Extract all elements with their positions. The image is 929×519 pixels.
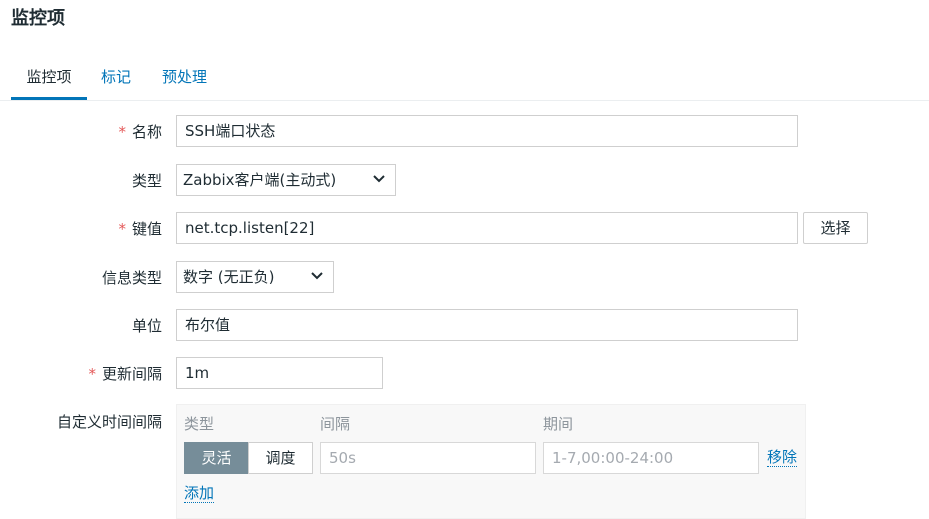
info-type-label: 信息类型 <box>101 269 162 287</box>
info-type-select-value: 数字 (无正负) <box>183 268 275 286</box>
mode-scheduling-button[interactable]: 调度 <box>248 442 313 474</box>
tab-preprocessing[interactable]: 预处理 <box>162 62 207 97</box>
type-select[interactable]: Zabbix客户端(主动式) <box>176 164 396 196</box>
period-input[interactable]: 1-7,00:00-24:00 <box>543 442 759 474</box>
key-input[interactable]: net.tcp.listen[22] <box>176 212 798 244</box>
tab-bar: 监控项 标记 预处理 <box>0 62 929 101</box>
tab-item[interactable]: 监控项 <box>11 62 87 100</box>
update-interval-input[interactable]: 1m <box>176 357 383 389</box>
mode-flexible-button[interactable]: 灵活 <box>184 442 249 474</box>
required-mark: * <box>118 220 126 238</box>
name-label: * 名称 <box>0 121 162 142</box>
add-link[interactable]: 添加 <box>184 484 215 503</box>
type-select-value: Zabbix客户端(主动式) <box>183 171 337 189</box>
col-header-interval: 间隔 <box>320 415 351 433</box>
custom-intervals-table: 类型 间隔 期间 灵活 调度 50s 1-7,00:00-24:00 移除 添加 <box>176 404 806 519</box>
units-input[interactable]: 布尔值 <box>176 309 798 341</box>
tab-tags[interactable]: 标记 <box>101 62 131 97</box>
name-label-text: 名称 <box>131 123 162 141</box>
name-input[interactable]: SSH端口状态 <box>176 115 798 147</box>
interval-input[interactable]: 50s <box>320 442 536 474</box>
update-interval-label: * 更新间隔 <box>0 363 162 384</box>
item-edit-page: 监控项 监控项 标记 预处理 * 名称 SSH端口状态 类型 Zabbix客户端(… <box>0 0 929 519</box>
required-mark: * <box>88 365 96 383</box>
custom-intervals-label: 自定义时间间隔 <box>56 413 162 431</box>
key-select-button[interactable]: 选择 <box>803 212 868 244</box>
update-interval-label-text: 更新间隔 <box>101 365 162 383</box>
required-mark: * <box>118 123 126 141</box>
page-title: 监控项 <box>11 8 65 29</box>
col-header-type: 类型 <box>184 415 215 433</box>
remove-link[interactable]: 移除 <box>767 448 798 467</box>
key-label-text: 键值 <box>131 220 162 238</box>
units-label: 单位 <box>131 317 162 335</box>
key-label: * 键值 <box>0 218 162 239</box>
col-header-period: 期间 <box>543 415 574 433</box>
chevron-down-icon <box>373 175 385 183</box>
chevron-down-icon <box>311 272 323 280</box>
type-label: 类型 <box>131 172 162 190</box>
info-type-select[interactable]: 数字 (无正负) <box>176 261 334 293</box>
